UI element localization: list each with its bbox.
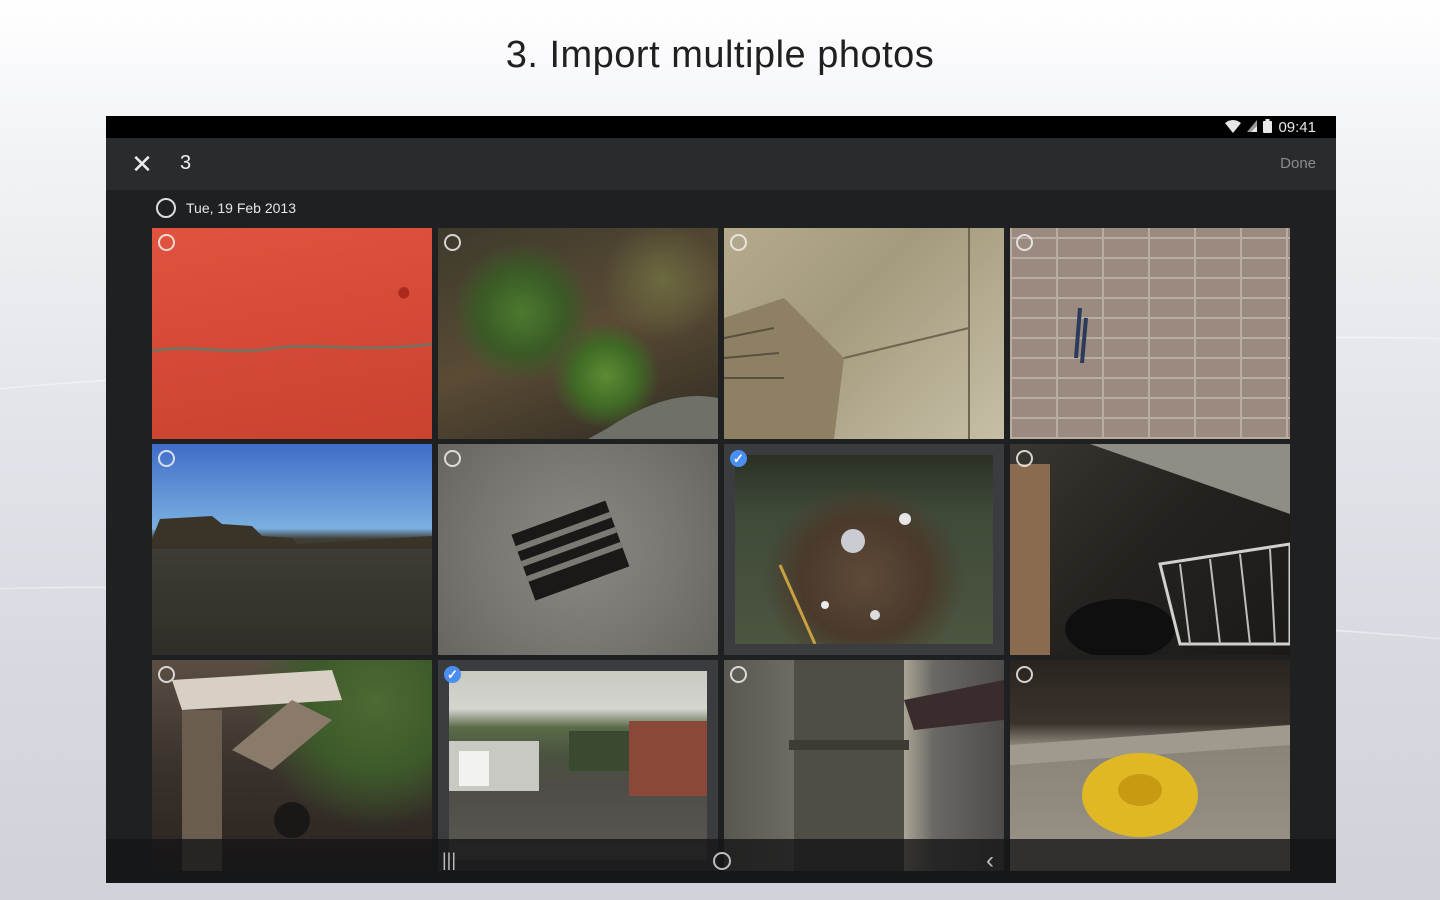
photo-tile[interactable] (1010, 444, 1290, 655)
selection-indicator[interactable] (1016, 450, 1033, 467)
selection-indicator[interactable] (444, 450, 461, 467)
selection-indicator[interactable] (444, 234, 461, 251)
date-header: Tue, 19 Feb 2013 (156, 196, 296, 220)
photo-red-wall (152, 228, 432, 439)
selection-checkmark-icon[interactable]: ✓ (444, 666, 461, 683)
photo-tile[interactable] (152, 228, 432, 439)
photo-tile[interactable] (152, 444, 432, 655)
selection-indicator[interactable] (158, 234, 175, 251)
selection-indicator[interactable] (730, 234, 747, 251)
caption-title: 3. Import multiple photos (505, 34, 935, 76)
status-bar: 09:41 (106, 116, 1336, 138)
photo-ground-weeds (438, 228, 718, 439)
selection-indicator[interactable] (1016, 234, 1033, 251)
done-button[interactable]: Done (1280, 155, 1316, 172)
photo-litter-pile (735, 455, 993, 644)
date-label: Tue, 19 Feb 2013 (186, 200, 297, 216)
battery-icon (1263, 119, 1273, 135)
photo-garages (449, 671, 707, 860)
photo-tile[interactable]: ✓ (724, 444, 1004, 655)
recents-icon[interactable]: ||| (442, 850, 456, 871)
device-screen: 09:41 ✕ 3 Done Tue, 19 Feb 2013 ✓ ✓ ||| … (106, 116, 1336, 883)
signal-icon (1247, 120, 1258, 134)
photo-tile[interactable] (724, 228, 1004, 439)
photo-tile[interactable] (1010, 228, 1290, 439)
photo-shopping-trolley (1010, 444, 1290, 655)
selection-indicator[interactable] (730, 666, 747, 683)
close-icon[interactable]: ✕ (128, 150, 156, 178)
status-time: 09:41 (1278, 118, 1316, 136)
wifi-icon (1225, 119, 1242, 135)
photo-drain-grate (438, 444, 718, 655)
back-icon[interactable]: ‹ (986, 847, 994, 875)
photo-wall-blue-sky (152, 444, 432, 655)
photo-tile[interactable] (438, 444, 718, 655)
selection-indicator[interactable] (158, 666, 175, 683)
selection-indicator[interactable] (158, 450, 175, 467)
selection-indicator[interactable] (1016, 666, 1033, 683)
selected-count: 3 (180, 152, 192, 174)
navigation-bar: ||| ‹ (106, 839, 1336, 883)
photo-tile[interactable] (438, 228, 718, 439)
photo-brick-wall (1010, 228, 1290, 439)
selection-toolbar: ✕ 3 Done (106, 138, 1336, 190)
home-icon[interactable] (713, 852, 731, 870)
select-day-checkbox[interactable] (156, 198, 176, 218)
photo-broken-pavement (724, 228, 1004, 439)
selection-checkmark-icon[interactable]: ✓ (730, 450, 747, 467)
